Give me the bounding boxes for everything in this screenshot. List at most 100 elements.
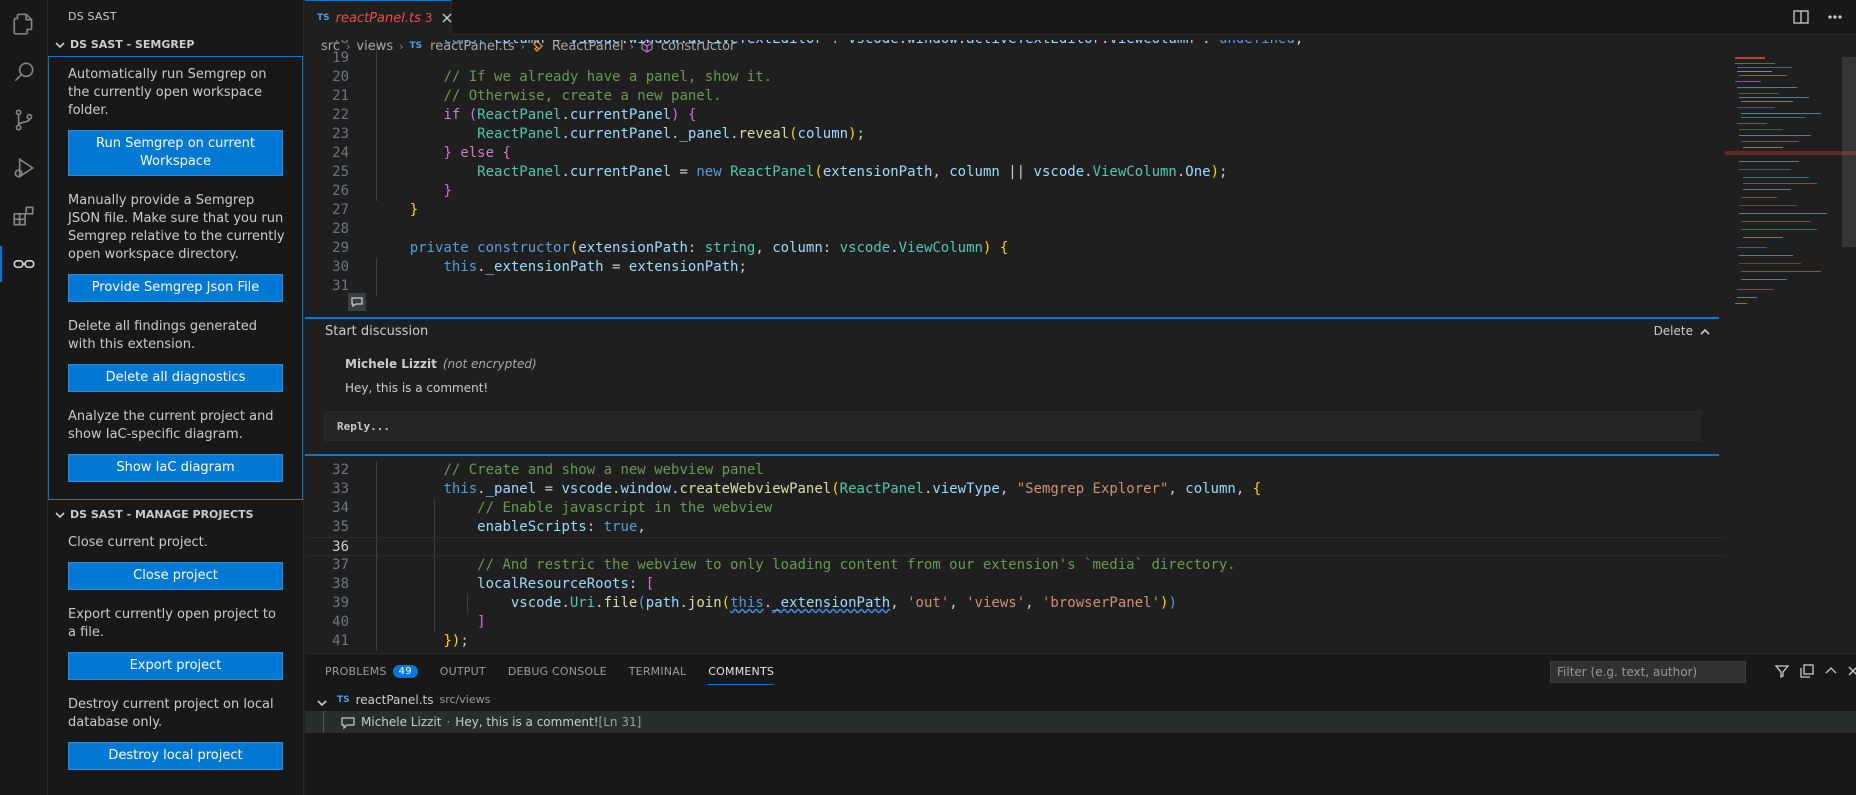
- chevron-up-icon[interactable]: [1699, 326, 1711, 338]
- code-line: 35 enableScripts: true,: [332, 518, 646, 537]
- editor: TS reactPanel.ts 3 src › views › TS reac…: [305, 0, 1856, 653]
- tab-problem-count: 3: [424, 11, 433, 25]
- editor-scrollbar[interactable]: [1842, 57, 1856, 247]
- code-line: 37 // And restric the webview to only lo…: [332, 556, 1236, 575]
- code-top[interactable]: 18 const column = vscode.window.activeTe…: [305, 40, 1725, 317]
- code-line: 18 const column = vscode.window.activeTe…: [305, 40, 1725, 49]
- code-line: 28: [332, 221, 349, 237]
- extensions-icon[interactable]: [0, 192, 48, 240]
- show-iac-diagram-button[interactable]: Show IaC diagram: [68, 454, 283, 482]
- tab-label: reactPanel.ts: [335, 10, 421, 26]
- code-line: 19: [305, 49, 1725, 68]
- comment-author: Michele Lizzit: [345, 357, 437, 371]
- tab-output[interactable]: OUTPUT: [440, 654, 486, 689]
- code-line: 31: [305, 277, 1725, 296]
- comment-item-text: Hey, this is a comment!: [455, 715, 599, 729]
- export-project-button[interactable]: Export project: [68, 652, 283, 680]
- comment-encryption: (not encrypted): [442, 357, 537, 371]
- delete-thread-button[interactable]: Delete: [1654, 324, 1693, 338]
- code-line: 20 // If we already have a panel, show i…: [332, 68, 773, 87]
- comment-item-author: Michele Lizzit: [361, 715, 442, 729]
- typescript-icon: TS: [337, 695, 350, 705]
- comments-filter-input[interactable]: Filter (e.g. text, author): [1550, 661, 1746, 683]
- close-project-button[interactable]: Close project: [68, 562, 283, 590]
- code-line: 34 // Enable javascript in the webview: [332, 499, 773, 518]
- chevron-up-icon[interactable]: [1823, 663, 1839, 679]
- provide-json-button[interactable]: Provide Semgrep Json File: [68, 274, 283, 302]
- section-body-manage-projects: Close current project. Close project Exp…: [48, 526, 303, 795]
- code-line: 30 this._extensionPath = extensionPath;: [332, 258, 747, 277]
- section-header-semgrep[interactable]: DS SAST - SEMGREP: [48, 34, 303, 56]
- code-line: 26 }: [332, 182, 452, 201]
- source-control-icon[interactable]: [0, 96, 48, 144]
- minimap[interactable]: [1725, 57, 1856, 653]
- close-icon[interactable]: [440, 11, 454, 25]
- search-icon[interactable]: [0, 48, 48, 96]
- code-line: 29 private constructor(extensionPath: st…: [332, 240, 1009, 256]
- close-project-description: Close current project.: [68, 535, 208, 550]
- iac-diagram-description: Analyze the current project and show IaC…: [68, 409, 274, 442]
- comments-file-node[interactable]: TS reactPanel.ts src/views: [305, 689, 1856, 711]
- bottom-panel: PROBLEMS 49 OUTPUT DEBUG CONSOLE TERMINAL…: [305, 653, 1856, 795]
- code-line: 41 });: [332, 632, 469, 651]
- code-line: 24 } else {: [332, 144, 511, 163]
- code-line: 40 ]: [332, 613, 486, 632]
- split-editor-icon[interactable]: [1792, 8, 1810, 30]
- tab-debug-console[interactable]: DEBUG CONSOLE: [508, 654, 607, 689]
- activity-bar: [0, 0, 48, 795]
- comment-item-location: [Ln 31]: [598, 715, 642, 729]
- tab-comments[interactable]: COMMENTS: [708, 654, 774, 689]
- comment-author-line: Michele Lizzit (not encrypted): [305, 343, 1719, 371]
- destroy-project-button[interactable]: Destroy local project: [68, 742, 283, 770]
- section-body-semgrep: Automatically run Semgrep on the current…: [48, 56, 303, 500]
- tab-reactpanel[interactable]: TS reactPanel.ts 3: [305, 0, 452, 35]
- code-line: 32 // Create and show a new webview pane…: [332, 461, 764, 480]
- semgrep-icon[interactable]: [0, 240, 48, 288]
- destroy-project-description: Destroy current project on local databas…: [68, 697, 274, 730]
- chevron-down-icon: [52, 37, 68, 53]
- code-line: 21 // Otherwise, create a new panel.: [332, 87, 722, 106]
- collapse-all-icon[interactable]: [1799, 663, 1815, 679]
- delete-diagnostics-button[interactable]: Delete all diagnostics: [68, 364, 283, 392]
- filter-icon[interactable]: [1774, 663, 1790, 679]
- code-line: 22 if (ReactPanel.currentPanel) {: [332, 106, 697, 125]
- typescript-icon: TS: [317, 13, 330, 23]
- comments-file-path: src/views: [439, 693, 491, 706]
- code-line: 38 localResourceRoots: [: [332, 575, 655, 594]
- code-line: 39 vscode.Uri.file(path.join(this._exten…: [332, 594, 1177, 613]
- export-project-description: Export currently open project to a file.: [68, 607, 276, 640]
- close-panel-icon[interactable]: [1845, 663, 1856, 679]
- comment-list-item[interactable]: Michele Lizzit · Hey, this is a comment!…: [305, 711, 1856, 733]
- chevron-down-icon: [52, 507, 68, 523]
- reply-input[interactable]: Reply...: [324, 411, 1701, 441]
- comment-icon[interactable]: [348, 293, 366, 311]
- comment-thread-title: Start discussion: [325, 323, 429, 339]
- sidebar: DS SAST DS SAST - SEMGREP Automatically …: [48, 0, 304, 795]
- code-bottom[interactable]: 32 // Create and show a new webview pane…: [305, 461, 1725, 653]
- code-line-current: 36: [305, 537, 1725, 557]
- run-debug-icon[interactable]: [0, 144, 48, 192]
- delete-diagnostics-description: Delete all findings generated with this …: [68, 319, 258, 352]
- run-semgrep-description: Automatically run Semgrep on the current…: [68, 67, 267, 118]
- provide-json-description: Manually provide a Semgrep JSON file. Ma…: [68, 193, 285, 262]
- comments-file-name: reactPanel.ts: [355, 693, 434, 707]
- comment-thread-widget: Start discussion Delete Michele Lizzit (n…: [305, 317, 1719, 456]
- panel-tabs: PROBLEMS 49 OUTPUT DEBUG CONSOLE TERMINAL…: [305, 654, 1856, 689]
- comment-body: Hey, this is a comment!: [345, 381, 489, 395]
- explorer-icon[interactable]: [0, 0, 48, 48]
- section-header-manage-projects[interactable]: DS SAST - MANAGE PROJECTS: [48, 504, 303, 526]
- comment-thread-header: Start discussion Delete: [305, 319, 1719, 343]
- chevron-down-icon: [317, 693, 331, 707]
- code-line: 27 }: [332, 202, 419, 218]
- problems-count-badge: 49: [392, 665, 418, 678]
- run-semgrep-button[interactable]: Run Semgrep on current Workspace: [68, 130, 283, 176]
- more-actions-icon[interactable]: [1826, 8, 1844, 30]
- tab-problems[interactable]: PROBLEMS 49: [325, 654, 418, 689]
- sidebar-title: DS SAST: [68, 10, 117, 23]
- tab-terminal[interactable]: TERMINAL: [629, 654, 687, 689]
- comment-icon: [341, 715, 355, 730]
- editor-tabs: TS reactPanel.ts 3: [305, 0, 1856, 35]
- editor-actions: [1792, 8, 1844, 30]
- code-line: 23 ReactPanel.currentPanel._panel.reveal…: [332, 125, 865, 144]
- code-line: 25 ReactPanel.currentPanel = new ReactPa…: [332, 163, 1228, 182]
